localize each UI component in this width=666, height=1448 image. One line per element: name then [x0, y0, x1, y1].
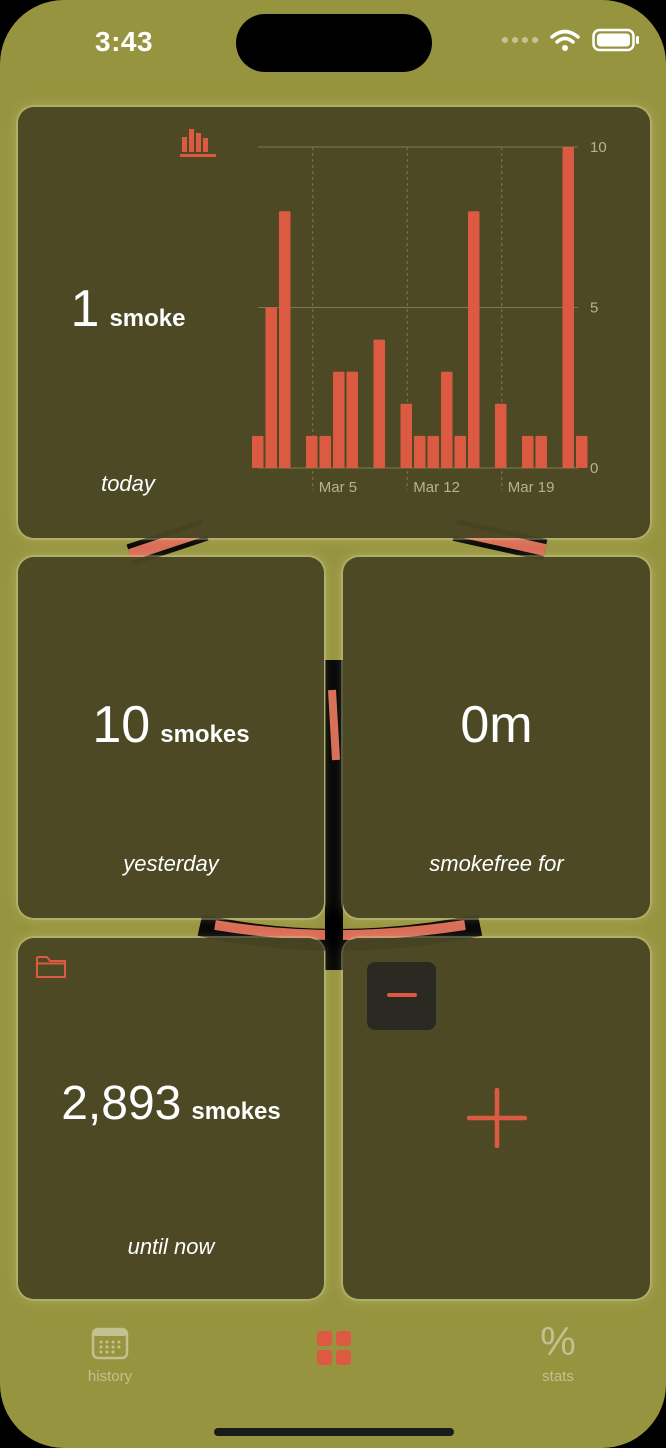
- calendar-icon: [91, 1327, 129, 1360]
- total-caption: until now: [127, 1234, 215, 1259]
- cellular-signal-icon: [502, 37, 538, 43]
- chart-bar: [333, 371, 345, 468]
- chart-bar: [414, 435, 426, 468]
- smokefree-caption: smokefree for: [429, 851, 564, 876]
- chart-bar: [306, 435, 318, 468]
- tab-dashboard[interactable]: [294, 1330, 374, 1366]
- chart-bar: [576, 435, 588, 468]
- y-tick-label: 10: [590, 139, 607, 156]
- chart-bar: [535, 435, 547, 468]
- today-tile[interactable]: 1 smoke today 10 5 0 Mar 5 Mar 12 Mar 19: [18, 107, 650, 538]
- yesterday-count: 10 smokes: [18, 695, 324, 755]
- chart-bar: [562, 147, 574, 468]
- dynamic-island: [236, 14, 432, 72]
- x-tick-label: Mar 12: [413, 479, 460, 496]
- smokes-bar-chart: 10 5 0 Mar 5 Mar 12 Mar 19: [252, 139, 607, 496]
- status-time: 3:43: [95, 26, 154, 57]
- chart-bar: [319, 435, 331, 468]
- minus-icon: [387, 993, 417, 997]
- plus-icon[interactable]: [467, 1088, 527, 1148]
- chart-bar: [441, 371, 453, 468]
- chart-bar: [346, 371, 358, 468]
- chart-bar: [522, 435, 534, 468]
- tab-stats-label: stats: [542, 1368, 574, 1385]
- app-screen: 3:43 1 smoke today 10 5 0 Mar 5 Mar 12 M…: [0, 0, 666, 1448]
- remove-smoke-button[interactable]: [367, 962, 436, 1030]
- wifi-icon: [550, 29, 580, 51]
- status-icons: [502, 28, 640, 52]
- smokefree-value: 0m: [460, 696, 533, 754]
- y-tick-label: 0: [590, 460, 598, 477]
- battery-icon: [592, 28, 639, 52]
- chart-bar: [495, 403, 507, 468]
- chart-bar: [373, 339, 385, 468]
- chart-bar: [454, 435, 466, 468]
- yesterday-value: 10: [92, 696, 151, 754]
- chart-bar: [468, 211, 480, 468]
- tab-history[interactable]: history: [70, 1326, 150, 1385]
- chart-bar: [265, 307, 277, 468]
- home-indicator: [214, 1428, 454, 1436]
- folder-icon[interactable]: [35, 954, 67, 980]
- x-tick-label: Mar 5: [319, 479, 357, 496]
- chart-bar: [400, 403, 412, 468]
- yesterday-tile[interactable]: 10 smokes yesterday: [18, 557, 324, 918]
- total-count: 2,893 smokes: [18, 1076, 324, 1131]
- total-tile[interactable]: 2,893 smokes until now: [18, 938, 324, 1299]
- grid-icon: [317, 1331, 351, 1365]
- smokefree-tile[interactable]: 0m smokefree for: [343, 557, 650, 918]
- chart-bar: [279, 211, 291, 468]
- total-value: 2,893: [61, 1077, 182, 1130]
- y-tick-label: 5: [590, 300, 598, 317]
- chart-bar: [427, 435, 439, 468]
- smokefree-duration: 0m: [343, 695, 650, 755]
- x-tick-label: Mar 19: [508, 479, 555, 496]
- chart-bar: [252, 435, 264, 468]
- yesterday-unit: smokes: [160, 721, 250, 748]
- total-unit: smokes: [191, 1098, 281, 1125]
- yesterday-caption: yesterday: [123, 851, 219, 876]
- tab-history-label: history: [87, 1368, 133, 1385]
- percent-icon: %: [540, 1320, 576, 1364]
- tab-stats[interactable]: % stats: [518, 1322, 598, 1385]
